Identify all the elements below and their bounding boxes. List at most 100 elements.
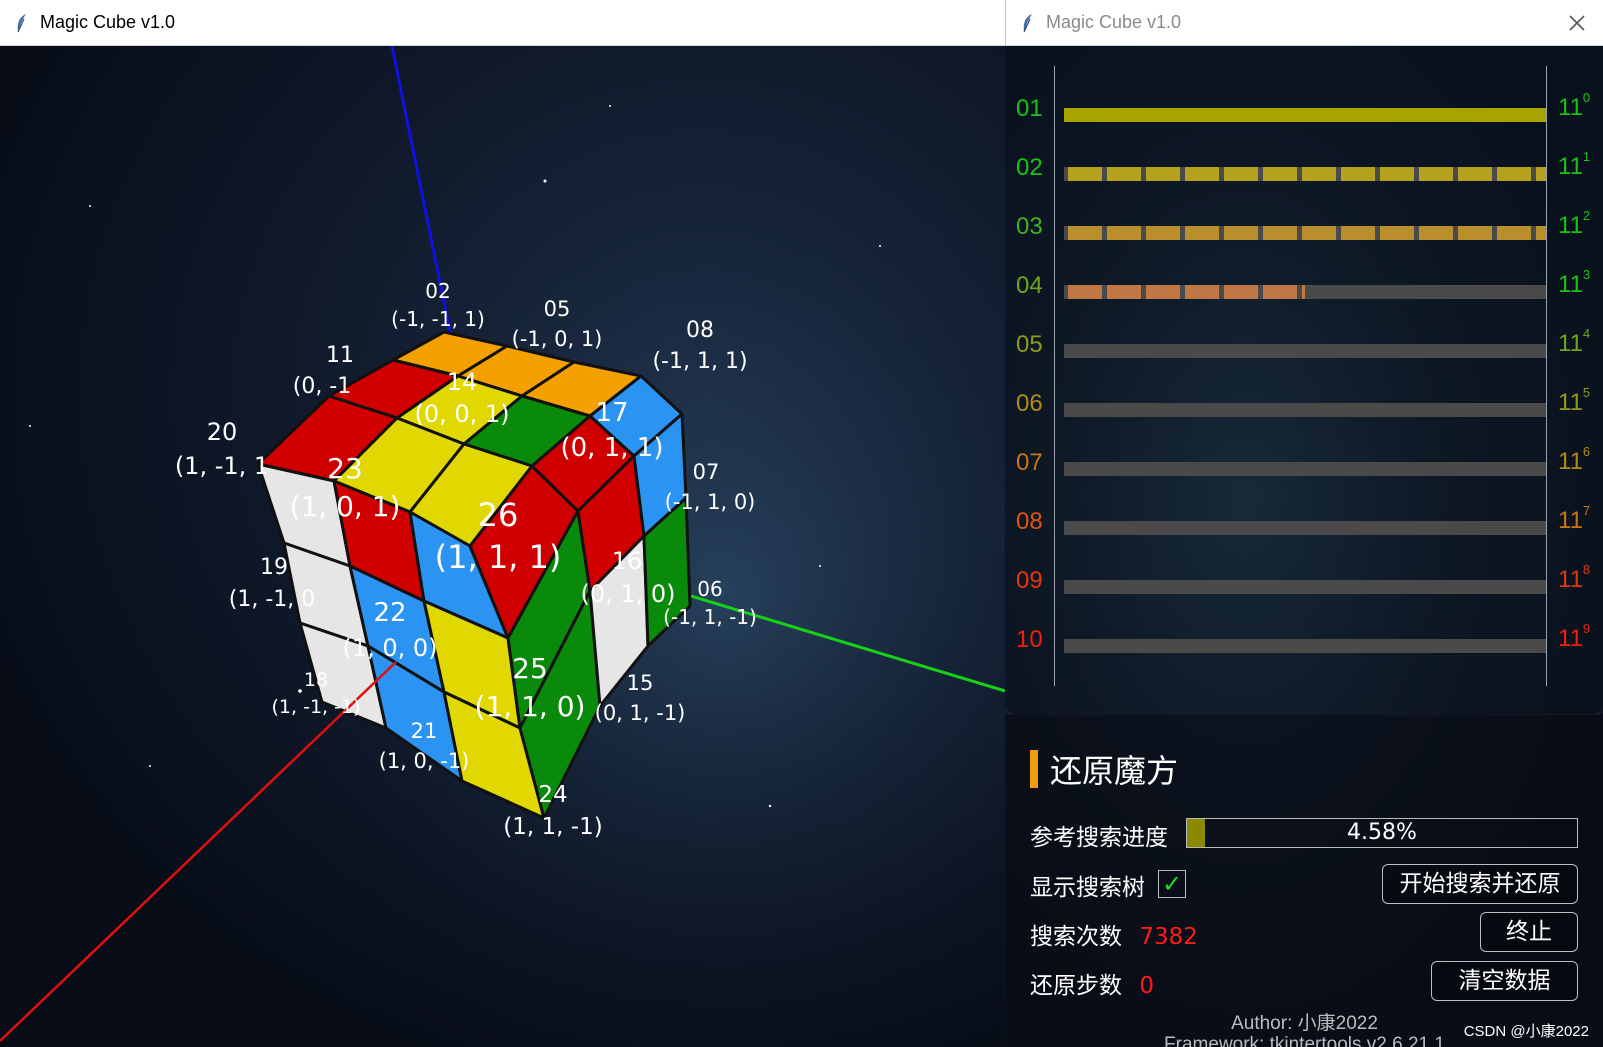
restore-steps-value: 0 <box>1139 973 1154 999</box>
tree-level-label: 09 <box>1016 567 1043 594</box>
svg-text:(0, -1: (0, -1 <box>293 374 352 399</box>
svg-text:(1, 0, 1): (1, 0, 1) <box>290 490 401 523</box>
cube-canvas[interactable]: 02 (-1, -1, 1) 05 (-1, 0, 1) 08 (-1, 1, … <box>0 46 1005 1047</box>
feather-icon <box>17 13 26 32</box>
svg-text:17: 17 <box>595 398 628 428</box>
search-progress-label: 参考搜索进度 <box>1030 825 1168 851</box>
tree-level-bar <box>1064 344 1546 358</box>
search-tree-panel: 01 110 02 111 03 112 04 113 05 114 06 115 07 116 08 117… <box>1006 46 1603 715</box>
search-count-row: 搜索次数 7382 <box>1030 917 1198 951</box>
section-title: 还原魔方 <box>1030 746 1178 792</box>
svg-text:(1, 1, 1): (1, 1, 1) <box>435 538 562 576</box>
feather-icon <box>1023 13 1032 32</box>
right-window-title: Magic Cube v1.0 <box>1046 12 1182 32</box>
count-exponent: 9 <box>1582 621 1591 636</box>
count-exponent: 7 <box>1582 503 1591 518</box>
count-exponent: 6 <box>1582 444 1591 459</box>
svg-text:(-1, -1, 1): (-1, -1, 1) <box>391 307 485 331</box>
tree-level-count: 114 <box>1558 326 1590 358</box>
svg-text:(1, 1, 0): (1, 1, 0) <box>475 690 586 723</box>
right-window-titlebar[interactable]: Magic Cube v1.0 <box>1005 0 1603 46</box>
show-tree-checkbox[interactable]: ✓ <box>1158 870 1186 898</box>
close-button[interactable] <box>1561 7 1593 39</box>
svg-text:(-1, 1, 1): (-1, 1, 1) <box>652 349 747 374</box>
svg-text:18: 18 <box>304 669 328 691</box>
svg-text:(-1, 1, -1): (-1, 1, -1) <box>663 605 757 629</box>
stop-button[interactable]: 终止 <box>1480 912 1578 952</box>
tree-level-label: 02 <box>1016 154 1043 181</box>
count-base: 11 <box>1558 271 1583 298</box>
svg-text:(1, 0, -1): (1, 0, -1) <box>379 749 470 773</box>
cube-3d-viewport[interactable]: 02 (-1, -1, 1) 05 (-1, 0, 1) 08 (-1, 1, … <box>0 46 1005 1047</box>
svg-text:(-1, 0, 1): (-1, 0, 1) <box>512 327 603 351</box>
count-base: 11 <box>1558 153 1583 180</box>
svg-text:26: 26 <box>478 496 519 534</box>
tree-level-bar <box>1064 580 1546 594</box>
tree-left-divider <box>1054 66 1055 686</box>
close-icon <box>1569 15 1585 31</box>
tree-level-label: 10 <box>1016 626 1043 653</box>
tree-level-label: 05 <box>1016 331 1043 358</box>
tree-level-label: 03 <box>1016 213 1043 240</box>
count-exponent: 2 <box>1582 208 1591 223</box>
tree-level-bar <box>1064 403 1546 417</box>
tree-level-bar <box>1064 167 1546 181</box>
svg-text:(-1, 1, 0): (-1, 1, 0) <box>665 490 756 514</box>
svg-text:25: 25 <box>512 652 548 685</box>
left-window-titlebar[interactable]: Magic Cube v1.0 <box>0 0 1005 46</box>
svg-text:(0, 1, 0): (0, 1, 0) <box>580 580 675 608</box>
start-search-button[interactable]: 开始搜索并还原 <box>1382 864 1578 904</box>
svg-text:(0, 0, 1): (0, 0, 1) <box>414 400 509 428</box>
svg-text:(1, -1, -1): (1, -1, -1) <box>272 696 361 718</box>
section-title-text: 还原魔方 <box>1050 752 1179 790</box>
count-exponent: 1 <box>1582 149 1591 164</box>
count-exponent: 3 <box>1582 267 1591 282</box>
tree-level-fill <box>1068 167 1546 181</box>
svg-text:16: 16 <box>612 547 643 575</box>
svg-text:15: 15 <box>627 671 654 695</box>
restore-control-panel: 还原魔方 参考搜索进度 4.58% 显示搜索树 ✓ 开始搜索并还原 搜索次数 7… <box>1006 714 1603 1047</box>
right-window-body: 01 110 02 111 03 112 04 113 05 114 06 115 07 116 08 117… <box>1006 46 1603 1047</box>
csdn-watermark: CSDN @小康2022 <box>1463 1023 1589 1040</box>
clear-data-button[interactable]: 清空数据 <box>1431 961 1578 1001</box>
tree-level-count: 110 <box>1558 90 1590 122</box>
search-count-label: 搜索次数 <box>1030 924 1122 950</box>
svg-text:(1, -1, 1: (1, -1, 1 <box>175 452 269 480</box>
count-exponent: 8 <box>1582 562 1591 577</box>
svg-text:23: 23 <box>327 452 363 485</box>
section-accent-bar <box>1030 750 1038 788</box>
tree-level-count: 119 <box>1558 621 1590 653</box>
tree-level-label: 07 <box>1016 449 1043 476</box>
svg-text:24: 24 <box>538 782 567 808</box>
show-tree-label: 显示搜索树 <box>1030 875 1145 901</box>
svg-text:(0, 1, -1): (0, 1, -1) <box>595 701 686 725</box>
tree-level-count: 111 <box>1558 149 1590 181</box>
tree-right-divider <box>1546 66 1547 686</box>
svg-text:14: 14 <box>447 368 478 396</box>
tree-level-count: 117 <box>1558 503 1590 535</box>
svg-text:(1, -1, 0: (1, -1, 0 <box>229 587 316 612</box>
svg-text:22: 22 <box>373 598 406 628</box>
tree-level-label: 08 <box>1016 508 1043 535</box>
svg-text:(1, 0, 0): (1, 0, 0) <box>342 634 437 662</box>
svg-text:21: 21 <box>411 719 438 743</box>
svg-text:08: 08 <box>686 318 714 343</box>
tree-level-count: 113 <box>1558 267 1590 299</box>
svg-text:(0, 1, 1): (0, 1, 1) <box>561 433 664 463</box>
count-base: 11 <box>1558 507 1583 534</box>
tree-level-fill <box>1068 285 1305 299</box>
search-count-value: 7382 <box>1139 924 1198 950</box>
tree-level-fill <box>1068 226 1546 240</box>
tree-level-count: 112 <box>1558 208 1590 240</box>
tree-level-label: 04 <box>1016 272 1043 299</box>
tree-level-bar <box>1064 285 1546 299</box>
count-base: 11 <box>1558 566 1583 593</box>
tree-level-label: 01 <box>1016 95 1043 122</box>
tree-level-fill <box>1064 108 1546 122</box>
tree-level-count: 118 <box>1558 562 1590 594</box>
tree-level-count: 116 <box>1558 444 1590 476</box>
tree-level-count: 115 <box>1558 385 1590 417</box>
svg-text:06: 06 <box>697 577 722 601</box>
svg-text:07: 07 <box>693 460 720 484</box>
search-progress-text: 4.58% <box>1347 820 1417 845</box>
